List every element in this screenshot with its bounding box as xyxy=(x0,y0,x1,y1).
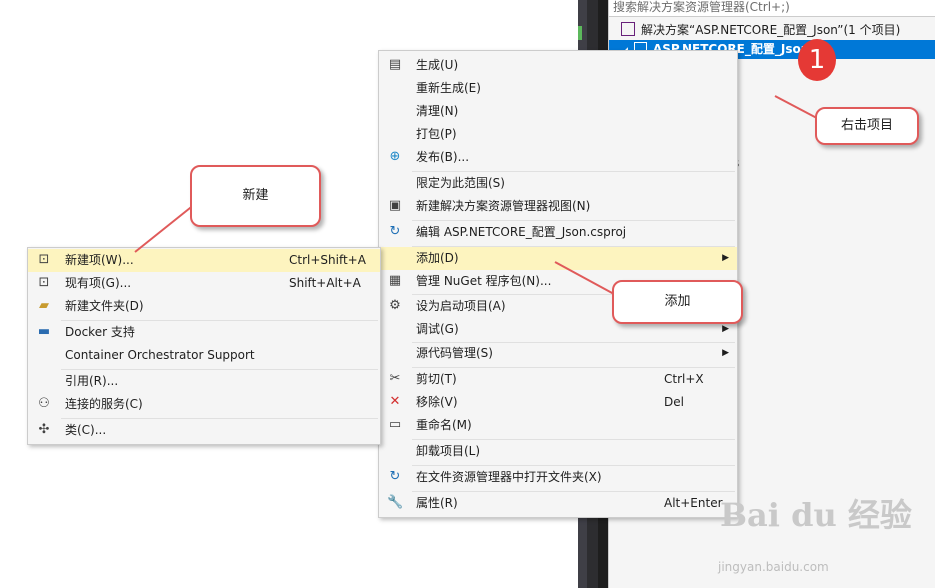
step-number-badge: 1 xyxy=(798,39,836,81)
right-click-callout: 右击项目 xyxy=(815,107,919,145)
new-callout: 新建 xyxy=(190,165,321,227)
watermark-brand: Bai du 经验 xyxy=(720,496,912,534)
watermark-url: jingyan.baidu.com xyxy=(718,560,829,574)
add-callout: 添加 xyxy=(612,280,743,324)
